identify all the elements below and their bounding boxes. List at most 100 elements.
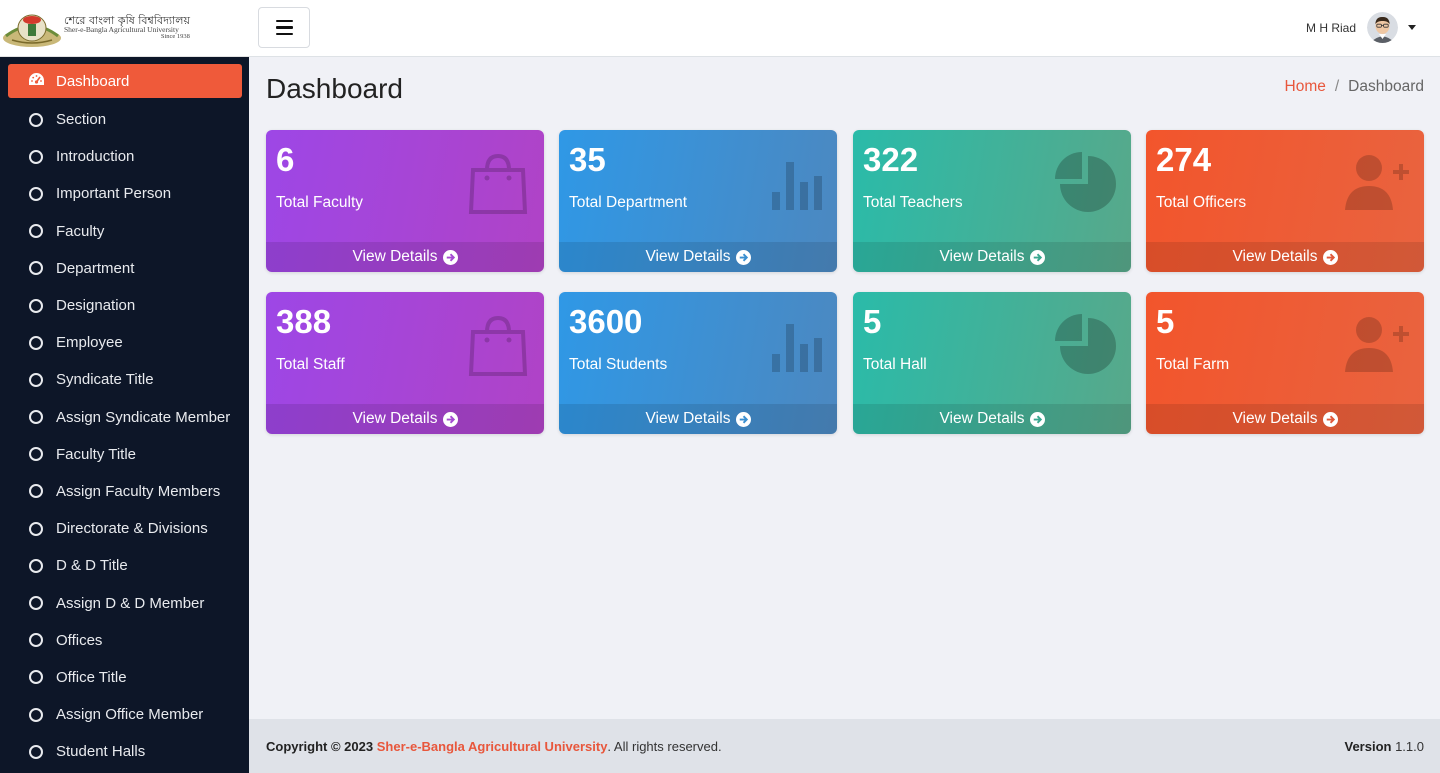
circle-icon	[29, 186, 43, 201]
view-details-link[interactable]: View Details	[853, 242, 1131, 272]
sidebar-item-assign-office-member[interactable]: Assign Office Member	[0, 696, 249, 733]
view-details-label: View Details	[645, 410, 731, 427]
stat-label: Total Faculty	[276, 194, 364, 211]
sidebar-item-label: Faculty	[56, 222, 105, 240]
sidebar-item-department[interactable]: Department	[0, 250, 249, 287]
bar-chart-icon	[772, 318, 822, 379]
sidebar-item-label: Faculty Title	[56, 445, 137, 463]
hamburger-menu-icon	[275, 32, 293, 36]
stat-card-total-department: 35 Total Department View Details	[559, 130, 837, 272]
sidebar-item-label: Student Halls	[56, 743, 146, 761]
brand-since: Since 1938	[160, 33, 190, 41]
view-details-link[interactable]: View Details	[853, 404, 1131, 434]
pie-chart-icon	[1054, 314, 1116, 381]
top-navbar: M H Riad	[249, 0, 1440, 57]
sidebar-item-office-title[interactable]: Office Title	[0, 659, 249, 696]
view-details-label: View Details	[939, 248, 1025, 265]
university-seal-icon	[2, 6, 62, 50]
stat-card-total-faculty: 6 Total Faculty View Details	[266, 130, 544, 272]
user-plus-icon	[1345, 152, 1409, 217]
sidebar-item-student-halls[interactable]: Student Halls	[0, 733, 249, 770]
sidebar-toggle-button[interactable]	[258, 7, 310, 48]
sidebar-item-assign-syndicate-member[interactable]: Assign Syndicate Member	[0, 399, 249, 436]
sidebar: শেরে বাংলা কৃষি বিশ্ববিদ্যালয় Sher-e-Ba…	[0, 0, 249, 773]
view-details-link[interactable]: View Details	[559, 404, 837, 434]
sidebar-item-label: Syndicate Title	[56, 371, 154, 389]
sidebar-item-assign-dd-member[interactable]: Assign D & D Member	[0, 584, 249, 621]
view-details-link[interactable]: View Details	[1146, 404, 1424, 434]
stat-value: 6	[276, 141, 295, 178]
brand-logo-link[interactable]: শেরে বাংলা কৃষি বিশ্ববিদ্যালয় Sher-e-Ba…	[0, 0, 249, 57]
circle-icon	[29, 633, 43, 648]
sidebar-item-introduction[interactable]: Introduction	[0, 138, 249, 175]
sidebar-item-syndicate-title[interactable]: Syndicate Title	[0, 361, 249, 398]
circle-icon	[29, 372, 43, 387]
circle-icon	[29, 707, 43, 722]
user-name: M H Riad	[1305, 20, 1356, 35]
university-link[interactable]: Sher-e-Bangla Agricultural University	[377, 739, 608, 754]
stat-value: 5	[1156, 303, 1175, 340]
sidebar-item-employee[interactable]: Employee	[0, 324, 249, 361]
rights-text: . All rights reserved.	[607, 738, 722, 754]
view-details-label: View Details	[1232, 410, 1318, 427]
stat-label: Total Farm	[1156, 356, 1230, 373]
stat-value: 322	[863, 141, 919, 178]
circle-icon	[29, 298, 43, 313]
breadcrumb-current: Dashboard	[1348, 78, 1424, 95]
arrow-circle-right-icon	[442, 249, 458, 265]
view-details-label: View Details	[645, 248, 731, 265]
circle-icon	[29, 410, 43, 425]
arrow-circle-right-icon	[1322, 249, 1338, 265]
sidebar-item-section[interactable]: Section	[0, 101, 249, 138]
sidebar-item-label: Dashboard	[56, 72, 130, 90]
breadcrumb-home-link[interactable]: Home	[1285, 78, 1326, 96]
sidebar-item-label: Assign Office Member	[56, 706, 204, 724]
sidebar-item-label: Department	[56, 259, 135, 277]
sidebar-item-label: Assign Syndicate Member	[56, 408, 231, 426]
sidebar-item-offices[interactable]: Offices	[0, 622, 249, 659]
view-details-link[interactable]: View Details	[266, 404, 544, 434]
stat-card-total-hall: 5 Total Hall View Details	[853, 292, 1131, 434]
view-details-link[interactable]: View Details	[559, 242, 837, 272]
sidebar-item-label: D & D Title	[56, 557, 128, 575]
page-title: Dashboard	[266, 73, 403, 104]
circle-icon	[29, 112, 43, 127]
dashboard-icon	[28, 72, 45, 91]
breadcrumb-separator: /	[1334, 78, 1340, 95]
page-footer: Copyright © 2023 Sher-e-Bangla Agricultu…	[249, 719, 1440, 773]
view-details-label: View Details	[1232, 248, 1318, 265]
sidebar-item-faculty[interactable]: Faculty	[0, 213, 249, 250]
sidebar-item-dashboard[interactable]: Dashboard	[8, 64, 242, 98]
circle-icon	[29, 261, 43, 276]
bar-chart-icon	[772, 156, 822, 217]
view-details-link[interactable]: View Details	[1146, 242, 1424, 272]
sidebar-item-label: Section	[56, 111, 107, 129]
stat-label: Total Department	[569, 194, 688, 211]
version-label: Version	[1344, 738, 1392, 754]
sidebar-item-dd-title[interactable]: D & D Title	[0, 547, 249, 584]
circle-icon	[29, 596, 43, 611]
breadcrumb: Home / Dashboard	[1285, 78, 1425, 96]
sidebar-item-designation[interactable]: Designation	[0, 287, 249, 324]
shopping-bag-icon	[467, 152, 529, 219]
user-plus-icon	[1345, 314, 1409, 379]
user-menu-dropdown[interactable]: M H Riad	[1306, 12, 1416, 43]
stat-value: 35	[569, 141, 606, 178]
stat-label: Total Staff	[276, 356, 345, 373]
sidebar-item-assign-faculty-members[interactable]: Assign Faculty Members	[0, 473, 249, 510]
sidebar-item-label: Important Person	[56, 185, 172, 203]
sidebar-item-label: Directorate & Divisions	[56, 520, 208, 538]
view-details-link[interactable]: View Details	[266, 242, 544, 272]
sidebar-item-label: Assign Faculty Members	[56, 482, 221, 500]
view-details-label: View Details	[939, 410, 1025, 427]
sidebar-item-faculty-title[interactable]: Faculty Title	[0, 436, 249, 473]
stat-label: Total Teachers	[863, 194, 963, 211]
arrow-circle-right-icon	[1322, 411, 1338, 427]
sidebar-item-directorate-divisions[interactable]: Directorate & Divisions	[0, 510, 249, 547]
arrow-circle-right-icon	[442, 411, 458, 427]
main-content: Dashboard Home / Dashboard 6 Total Facul…	[249, 57, 1440, 719]
stat-card-total-officers: 274 Total Officers View Details	[1146, 130, 1424, 272]
sidebar-item-important-person[interactable]: Important Person	[0, 175, 249, 212]
arrow-circle-right-icon	[735, 411, 751, 427]
circle-icon	[29, 744, 43, 759]
